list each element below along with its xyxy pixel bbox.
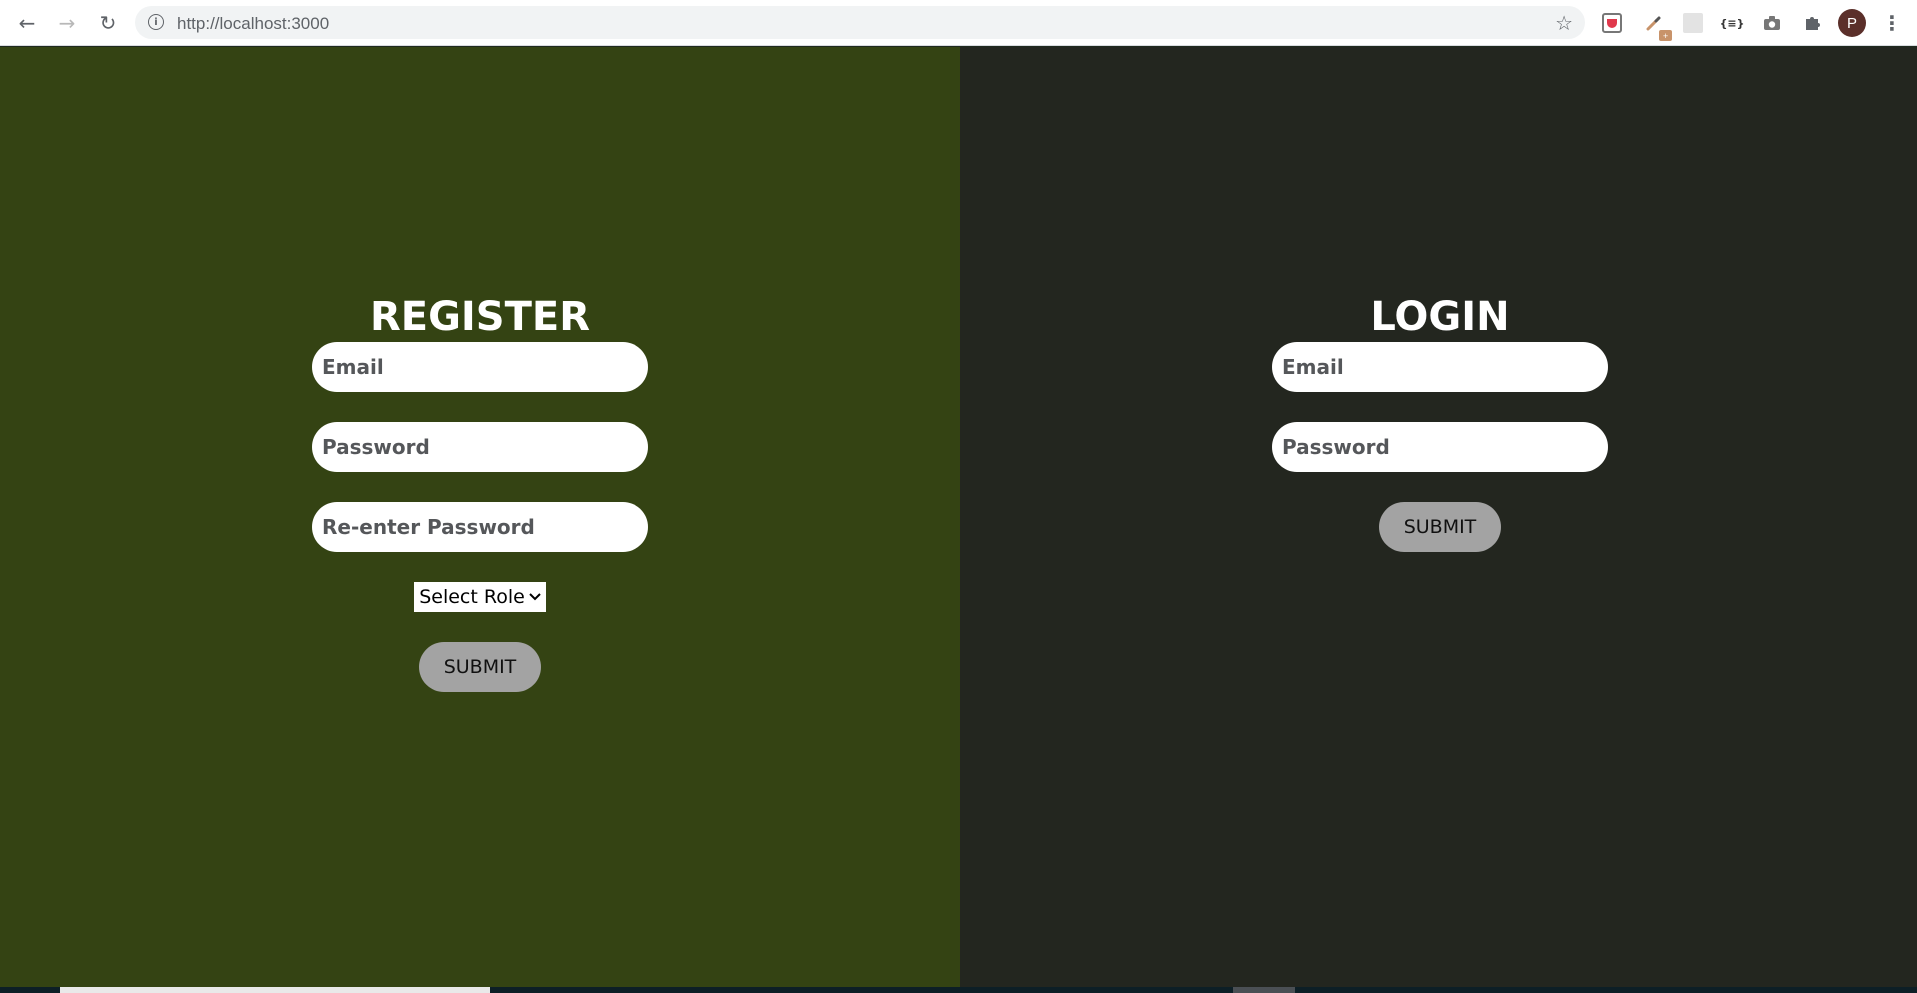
pocket-extension-icon[interactable]: [1602, 13, 1622, 33]
register-email-input[interactable]: Email: [312, 342, 648, 392]
color-dropper-extension-icon[interactable]: +: [1642, 11, 1672, 41]
login-email-input[interactable]: Email: [1272, 342, 1608, 392]
register-submit-button[interactable]: SUBMIT: [418, 642, 542, 692]
login-panel: LOGIN Email Password SUBMIT: [960, 47, 1917, 987]
camera-extension-icon[interactable]: [1760, 11, 1784, 35]
extension-badge: +: [1659, 30, 1672, 41]
address-bar[interactable]: i http://localhost:3000 ☆: [135, 6, 1585, 39]
browser-toolbar: ← → ↻ i http://localhost:3000 ☆ + {≡} P …: [0, 0, 1917, 46]
role-select[interactable]: Select Role: [414, 582, 546, 612]
site-info-icon[interactable]: i: [148, 14, 164, 30]
login-form: LOGIN Email Password SUBMIT: [1272, 292, 1608, 552]
register-panel: REGISTER Email Password Re-enter Passwor…: [0, 47, 960, 987]
login-title: LOGIN: [1370, 294, 1510, 340]
taskbar-segment: [1233, 987, 1295, 993]
register-title: REGISTER: [369, 294, 591, 340]
grey-extension-icon[interactable]: [1683, 13, 1703, 33]
reload-icon[interactable]: ↻: [95, 10, 121, 36]
bookmark-star-icon[interactable]: ☆: [1555, 11, 1573, 35]
role-select-value: Select Role: [419, 586, 525, 608]
chevron-down-icon: [529, 590, 541, 605]
login-submit-button[interactable]: SUBMIT: [1378, 502, 1502, 552]
browser-menu-icon[interactable]: ⋮: [1882, 9, 1902, 37]
register-password-input[interactable]: Password: [312, 422, 648, 472]
extensions-puzzle-icon[interactable]: [1800, 11, 1824, 35]
taskbar-segment: [60, 987, 490, 993]
profile-avatar[interactable]: P: [1838, 9, 1866, 37]
login-password-input[interactable]: Password: [1272, 422, 1608, 472]
puzzle-icon: [1806, 17, 1820, 30]
bottom-taskbar-strip: [0, 987, 1917, 993]
back-icon[interactable]: ←: [14, 10, 40, 36]
register-reenter-password-input[interactable]: Re-enter Password: [312, 502, 648, 552]
camera-icon: [1764, 16, 1780, 30]
json-viewer-extension-icon[interactable]: {≡}: [1720, 11, 1745, 35]
url-text[interactable]: http://localhost:3000: [177, 14, 329, 34]
forward-icon[interactable]: →: [54, 10, 80, 36]
register-form: REGISTER Email Password Re-enter Passwor…: [312, 292, 648, 692]
